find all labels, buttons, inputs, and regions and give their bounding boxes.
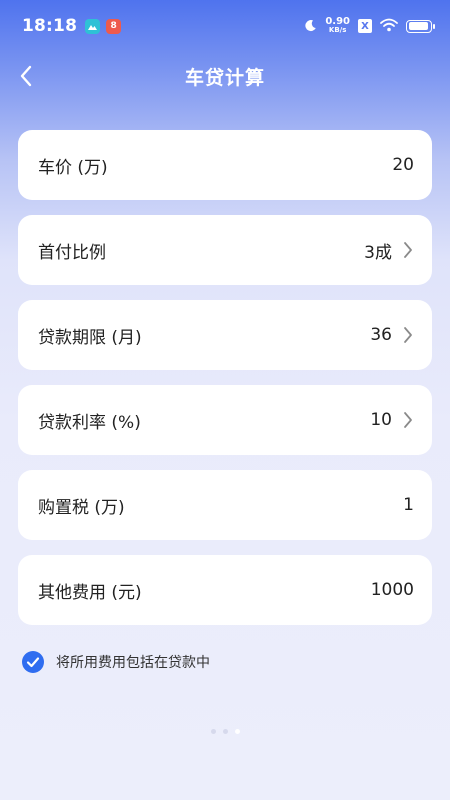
field-value: 1000 bbox=[370, 580, 414, 600]
chevron-right-icon bbox=[402, 240, 414, 260]
back-button[interactable] bbox=[8, 58, 44, 94]
wifi-icon bbox=[380, 17, 398, 36]
field-label: 购置税 (万) bbox=[38, 497, 125, 518]
field-label: 其他费用 (元) bbox=[38, 582, 142, 603]
sim-icon: X bbox=[358, 19, 372, 33]
include-fees-checkbox[interactable] bbox=[22, 651, 44, 673]
field-label: 贷款利率 (%) bbox=[38, 412, 141, 433]
field-value: 36 bbox=[370, 325, 392, 345]
field-car-price[interactable]: 车价 (万) 20 bbox=[18, 130, 432, 200]
moon-icon bbox=[304, 17, 317, 36]
page-indicator bbox=[0, 729, 450, 734]
field-value: 3成 bbox=[364, 242, 392, 263]
field-value: 1 bbox=[403, 495, 414, 515]
field-value: 20 bbox=[392, 155, 414, 175]
battery-icon bbox=[406, 19, 435, 33]
field-value: 10 bbox=[370, 410, 392, 430]
page-dot bbox=[222, 729, 228, 734]
loan-form: 车价 (万) 20 首付比例 3成 贷款期限 (月) 36 贷款利率 (%) 1… bbox=[18, 130, 432, 640]
page-dot bbox=[210, 729, 216, 734]
field-loan-term[interactable]: 贷款期限 (月) 36 bbox=[18, 300, 432, 370]
include-fees-label: 将所用费用包括在贷款中 bbox=[56, 655, 210, 671]
status-time: 18:18 bbox=[22, 16, 78, 36]
status-bar: 18:18 8 0.90 KB/s X bbox=[0, 0, 450, 52]
field-label: 贷款期限 (月) bbox=[38, 327, 142, 348]
field-other-fees[interactable]: 其他费用 (元) 1000 bbox=[18, 555, 432, 625]
page-dot-active bbox=[234, 729, 240, 734]
page-title: 车贷计算 bbox=[184, 66, 265, 89]
check-icon bbox=[26, 657, 40, 668]
network-speed: 0.90 KB/s bbox=[325, 16, 350, 35]
field-purchase-tax[interactable]: 购置税 (万) 1 bbox=[18, 470, 432, 540]
nav-bar: 车贷计算 bbox=[0, 52, 450, 100]
include-fees-option[interactable]: 将所用费用包括在贷款中 bbox=[22, 651, 210, 673]
app-notification-icon-2: 8 bbox=[106, 18, 122, 34]
app-notification-icon bbox=[85, 18, 101, 34]
field-interest-rate[interactable]: 贷款利率 (%) 10 bbox=[18, 385, 432, 455]
chevron-right-icon bbox=[402, 325, 414, 345]
field-label: 首付比例 bbox=[38, 242, 106, 263]
field-label: 车价 (万) bbox=[38, 157, 108, 178]
field-down-payment[interactable]: 首付比例 3成 bbox=[18, 215, 432, 285]
chevron-left-icon bbox=[20, 65, 32, 87]
chevron-right-icon bbox=[402, 410, 414, 430]
